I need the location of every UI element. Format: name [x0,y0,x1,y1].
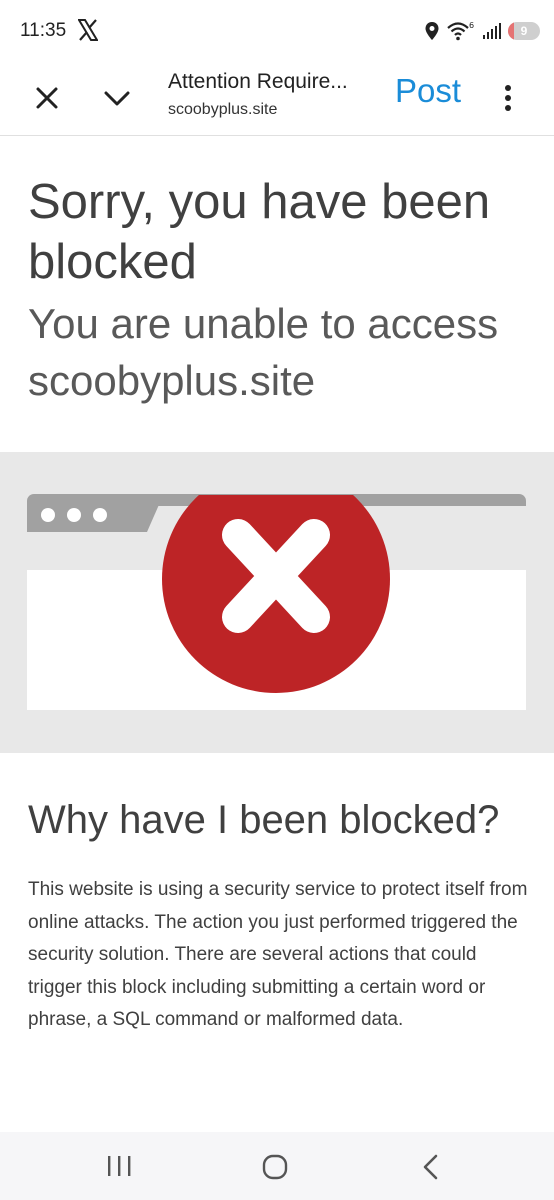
block-heading: Sorry, you have been blocked You are una… [28,172,538,409]
back-icon[interactable] [420,1153,442,1181]
why-blocked-text: This website is using a security service… [28,879,528,1030]
more-vertical-icon[interactable] [496,80,520,116]
close-icon[interactable] [30,81,64,115]
blocked-title: Sorry, you have been blocked [28,175,491,289]
blocked-subtitle: You are unable to access scoobyplus.site [28,300,499,404]
page-url: scoobyplus.site [168,101,278,118]
wifi-badge: 6 [469,21,474,30]
system-nav-bar [0,1132,554,1200]
window-dot [67,508,81,522]
status-icons: 6 9 [424,18,540,44]
post-button[interactable]: Post [395,72,461,110]
location-icon [425,22,439,40]
x-logo-icon [78,19,98,41]
why-blocked-heading: Why have I been blocked? [28,798,500,842]
chevron-down-icon[interactable] [100,81,134,115]
window-dot [93,508,107,522]
home-icon[interactable] [262,1154,288,1180]
recent-apps-icon[interactable] [104,1154,134,1178]
window-dot [41,508,55,522]
battery-level: 9 [520,24,528,38]
wifi-icon: 6 [447,21,474,41]
battery-icon: 9 [508,22,540,40]
status-bar: 11:35 6 9 [0,0,554,62]
status-time: 11:35 [20,20,67,41]
blocked-x-icon [162,495,390,693]
page-title: Attention Require... [168,70,348,93]
signal-icon [483,23,501,39]
browser-toolbar: Attention Require... scoobyplus.site Pos… [0,62,554,136]
